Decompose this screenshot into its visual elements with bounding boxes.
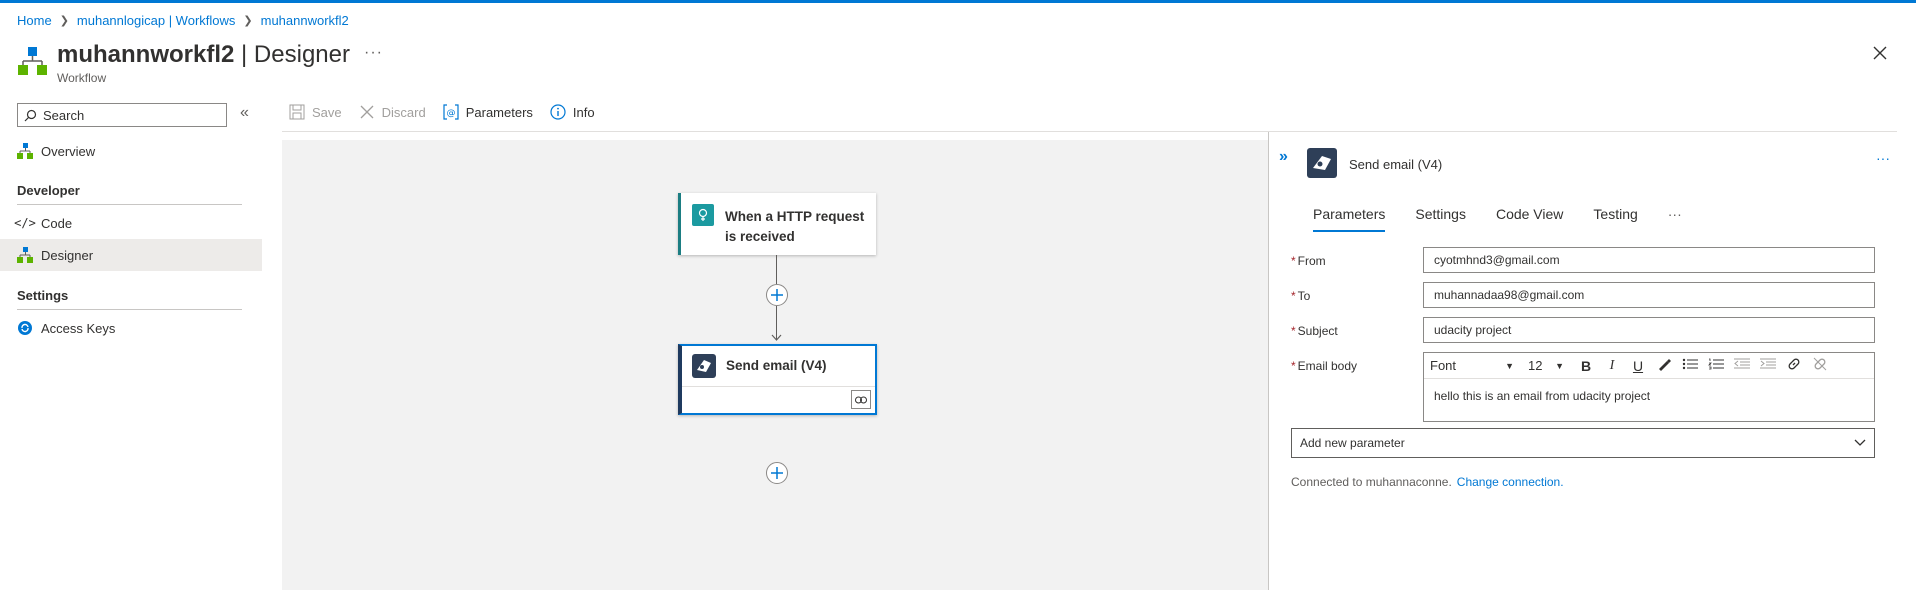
numbered-list-icon[interactable] <box>1708 357 1724 374</box>
workflow-icon <box>17 143 33 159</box>
breadcrumb-home[interactable]: Home <box>17 13 52 28</box>
bullet-list-icon[interactable] <box>1682 357 1698 374</box>
top-accent-bar <box>0 0 1916 3</box>
sidebar-search[interactable] <box>17 103 227 127</box>
trigger-card[interactable]: When a HTTP request is received <box>678 193 876 255</box>
info-icon <box>550 104 566 120</box>
page-header: muhannworkfl2 | Designer Workflow <box>17 40 350 85</box>
font-select[interactable]: Font ▼ <box>1430 358 1520 373</box>
increase-indent-icon[interactable] <box>1760 357 1776 374</box>
sidebar-item-access-keys[interactable]: Access Keys <box>0 312 262 344</box>
add-step-button[interactable] <box>766 284 788 306</box>
parameters-icon: @ <box>443 104 459 120</box>
subject-label: * Subject <box>1291 324 1338 338</box>
code-icon: </> <box>14 216 36 230</box>
section-settings: Settings <box>17 288 69 303</box>
tab-code-view[interactable]: Code View <box>1496 206 1563 232</box>
caret-down-icon: ▼ <box>1505 360 1514 371</box>
tab-testing[interactable]: Testing <box>1593 206 1637 232</box>
page-title: muhannworkfl2 | Designer <box>57 41 350 68</box>
tab-more-icon[interactable]: ··· <box>1668 206 1682 232</box>
collapse-sidebar-icon[interactable]: « <box>240 104 249 122</box>
action-title: Send email (V4) <box>726 358 827 373</box>
key-refresh-icon <box>17 320 33 336</box>
plus-icon <box>771 289 783 301</box>
sidebar-item-label: Overview <box>41 143 96 159</box>
connection-status: Connected to muhannaconne. Change connect… <box>1291 475 1564 489</box>
close-icon[interactable] <box>1872 45 1888 61</box>
parameters-button[interactable]: @ Parameters <box>443 104 533 120</box>
subject-field[interactable]: udacity project <box>1423 317 1875 343</box>
divider <box>17 204 242 205</box>
tab-settings[interactable]: Settings <box>1415 206 1466 232</box>
editor-toolbar: Font ▼ 12 ▼ B I U <box>1424 353 1874 379</box>
breadcrumb-current[interactable]: muhannworkfl2 <box>261 13 349 28</box>
chevron-right-icon: ❯ <box>243 15 253 27</box>
email-body-editor[interactable]: Font ▼ 12 ▼ B I U hello this is an email… <box>1423 352 1875 422</box>
from-field[interactable]: cyotmhnd3@gmail.com <box>1423 247 1875 273</box>
connection-link-icon[interactable] <box>851 390 871 409</box>
sidebar-item-code[interactable]: </> Code <box>0 207 262 239</box>
to-field[interactable]: muhannadaa98@gmail.com <box>1423 282 1875 308</box>
command-bar: Save Discard @ Parameters Info <box>289 104 612 120</box>
highlight-icon[interactable] <box>1656 357 1672 374</box>
underline-button[interactable]: U <box>1630 358 1646 374</box>
info-button[interactable]: Info <box>550 104 595 120</box>
to-label: * To <box>1291 289 1311 303</box>
unlink-icon[interactable] <box>1812 357 1828 374</box>
search-icon <box>24 109 37 121</box>
breadcrumb: Home ❯ muhannlogicap | Workflows ❯ muhan… <box>17 13 349 28</box>
link-icon[interactable] <box>1786 357 1802 374</box>
caret-down-icon: ▼ <box>1555 360 1564 371</box>
sidebar-item-designer[interactable]: Designer <box>0 239 262 271</box>
more-options-icon[interactable]: ··· <box>364 44 383 62</box>
discard-button[interactable]: Discard <box>359 104 426 120</box>
add-new-parameter-dropdown[interactable]: Add new parameter <box>1291 428 1875 458</box>
divider <box>17 309 242 310</box>
email-body-label: * Email body <box>1291 359 1358 373</box>
action-details-panel: » Send email (V4) ··· Parameters Setting… <box>1268 132 1898 590</box>
save-button[interactable]: Save <box>289 104 342 120</box>
page-subtitle: Workflow <box>57 71 107 85</box>
trigger-title: When a HTTP request is received <box>725 209 865 244</box>
workflow-icon <box>18 47 47 75</box>
search-input[interactable] <box>43 107 213 123</box>
connector-line <box>776 255 777 284</box>
arrow-down-icon <box>771 334 782 341</box>
close-icon <box>359 104 375 120</box>
tab-parameters[interactable]: Parameters <box>1313 206 1386 232</box>
breadcrumb-workflows[interactable]: muhannlogicap | Workflows <box>77 13 236 28</box>
panel-title: Send email (V4) <box>1349 157 1443 172</box>
outlook-icon <box>1307 148 1337 178</box>
change-connection-link[interactable]: Change connection. <box>1457 475 1564 489</box>
panel-tabs: Parameters Settings Code View Testing ··… <box>1313 206 1712 232</box>
font-size-select[interactable]: 12 ▼ <box>1528 358 1568 373</box>
divider <box>682 386 875 387</box>
outlook-icon <box>692 354 716 378</box>
chevron-down-icon <box>1854 439 1866 446</box>
section-developer: Developer <box>17 183 80 198</box>
decrease-indent-icon[interactable] <box>1734 357 1750 374</box>
plus-icon <box>771 467 783 479</box>
expand-panel-icon[interactable]: » <box>1279 148 1288 166</box>
save-icon <box>289 104 305 120</box>
sidebar-item-label: Access Keys <box>41 320 116 336</box>
more-options-icon[interactable]: ··· <box>1876 150 1890 166</box>
add-step-button[interactable] <box>766 462 788 484</box>
italic-button[interactable]: I <box>1604 358 1620 374</box>
designer-canvas[interactable]: When a HTTP request is received Send ema… <box>282 140 1268 590</box>
sidebar-item-overview[interactable]: Overview <box>0 135 262 167</box>
email-body-content[interactable]: hello this is an email from udacity proj… <box>1424 379 1874 413</box>
sidebar-item-label: Designer <box>41 247 94 263</box>
http-request-icon <box>692 204 714 226</box>
send-email-card[interactable]: Send email (V4) <box>678 344 877 415</box>
from-label: * From <box>1291 254 1326 268</box>
bold-button[interactable]: B <box>1578 358 1594 374</box>
sidebar-item-label: Code <box>41 215 73 231</box>
chevron-right-icon: ❯ <box>59 15 69 27</box>
svg-text:@: @ <box>446 109 455 119</box>
workflow-icon <box>17 247 33 263</box>
